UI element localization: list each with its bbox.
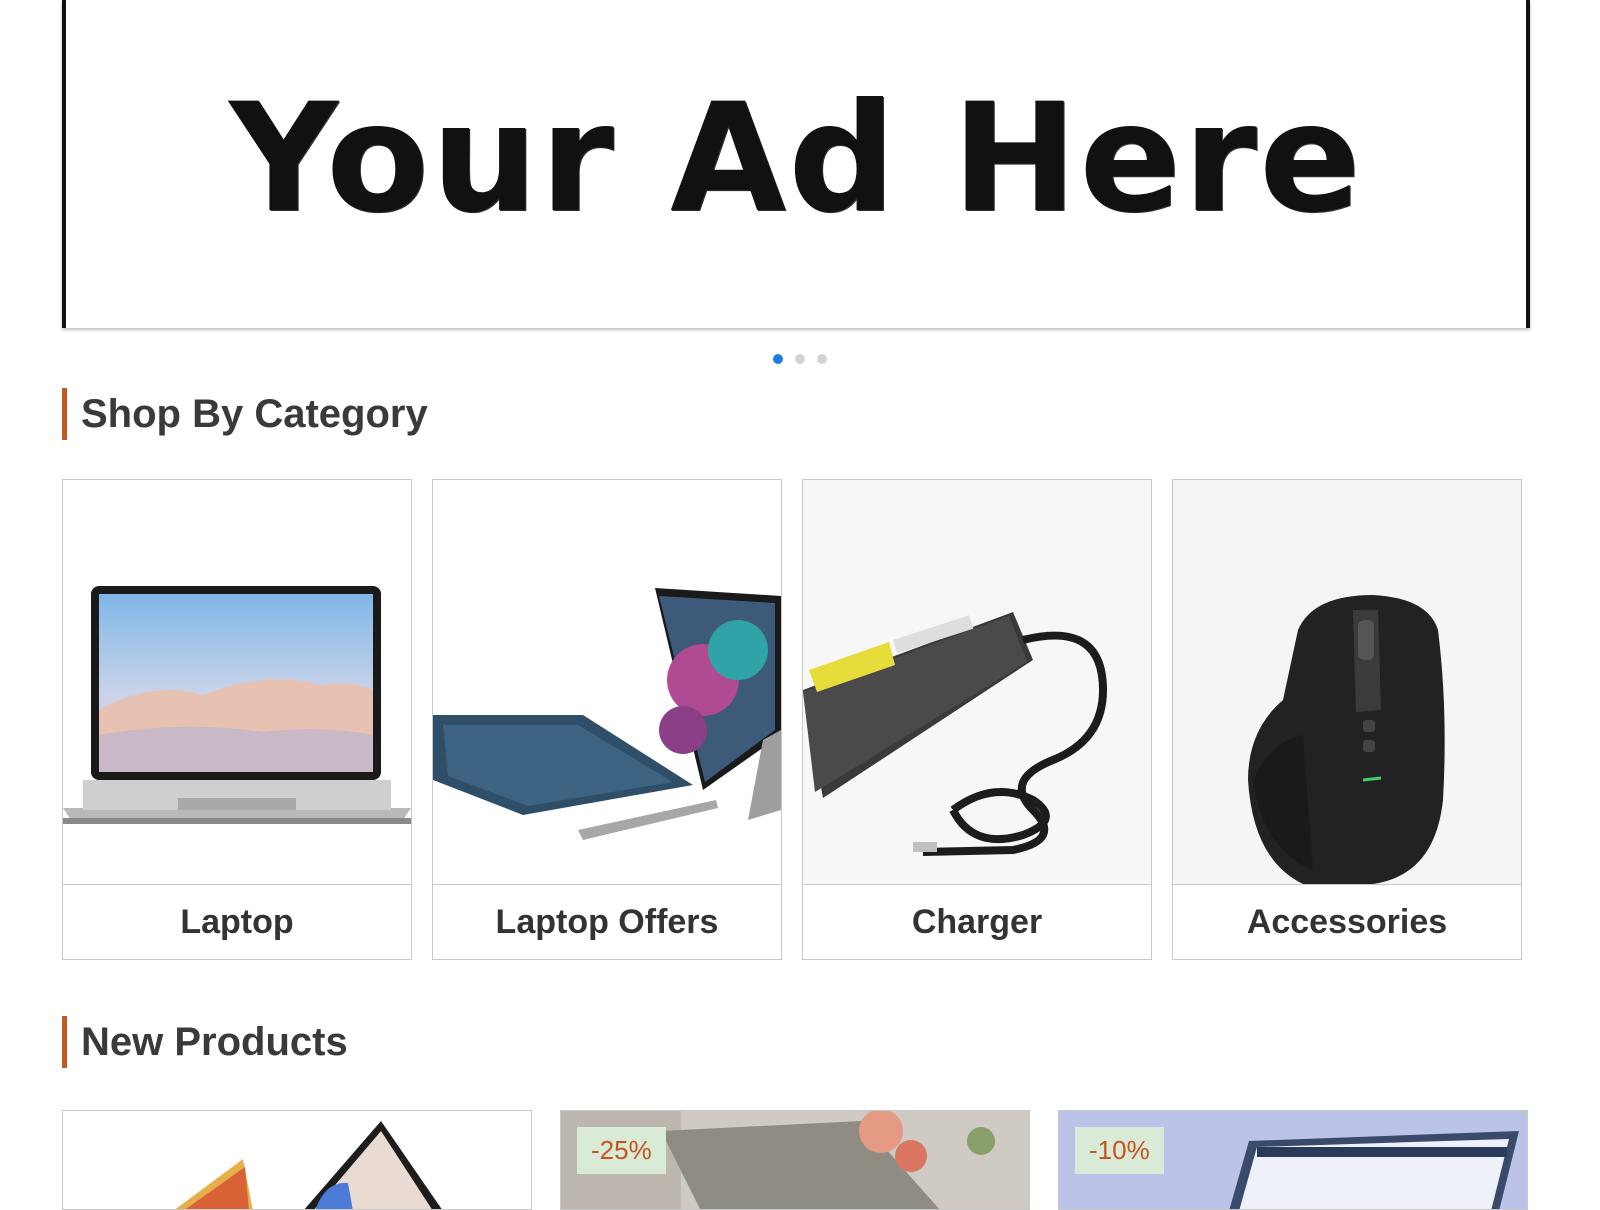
carousel-dots	[0, 354, 1600, 364]
category-label: Accessories	[1173, 884, 1521, 960]
laptop-offers-image	[433, 480, 781, 884]
laptop-image	[63, 480, 411, 884]
shop-by-category-heading: Shop By Category	[62, 388, 428, 440]
accessories-image	[1173, 480, 1521, 884]
new-products-grid: -25% -10%	[62, 1110, 1530, 1210]
ad-banner[interactable]: Your Ad Here	[62, 0, 1530, 328]
category-card-laptop-offers[interactable]: Laptop Offers	[432, 479, 782, 960]
product-card[interactable]	[62, 1110, 532, 1210]
carousel-dot-2[interactable]	[795, 354, 805, 364]
product-card[interactable]: -25%	[560, 1110, 1030, 1210]
discount-badge: -10%	[1075, 1127, 1164, 1174]
category-grid: Laptop Laptop Offers Charger Accessories	[62, 479, 1530, 960]
category-card-charger[interactable]: Charger	[802, 479, 1152, 960]
discount-badge: -25%	[577, 1127, 666, 1174]
category-label: Laptop Offers	[433, 884, 781, 960]
product-image	[63, 1111, 531, 1209]
category-card-laptop[interactable]: Laptop	[62, 479, 412, 960]
product-card[interactable]: -10%	[1058, 1110, 1528, 1210]
ad-banner-text: Your Ad Here	[229, 72, 1363, 246]
category-label: Charger	[803, 884, 1151, 960]
category-label: Laptop	[63, 884, 411, 960]
carousel-dot-3[interactable]	[817, 354, 827, 364]
category-card-accessories[interactable]: Accessories	[1172, 479, 1522, 960]
charger-image	[803, 480, 1151, 884]
new-products-heading: New Products	[62, 1016, 348, 1068]
carousel-dot-1[interactable]	[773, 354, 783, 364]
